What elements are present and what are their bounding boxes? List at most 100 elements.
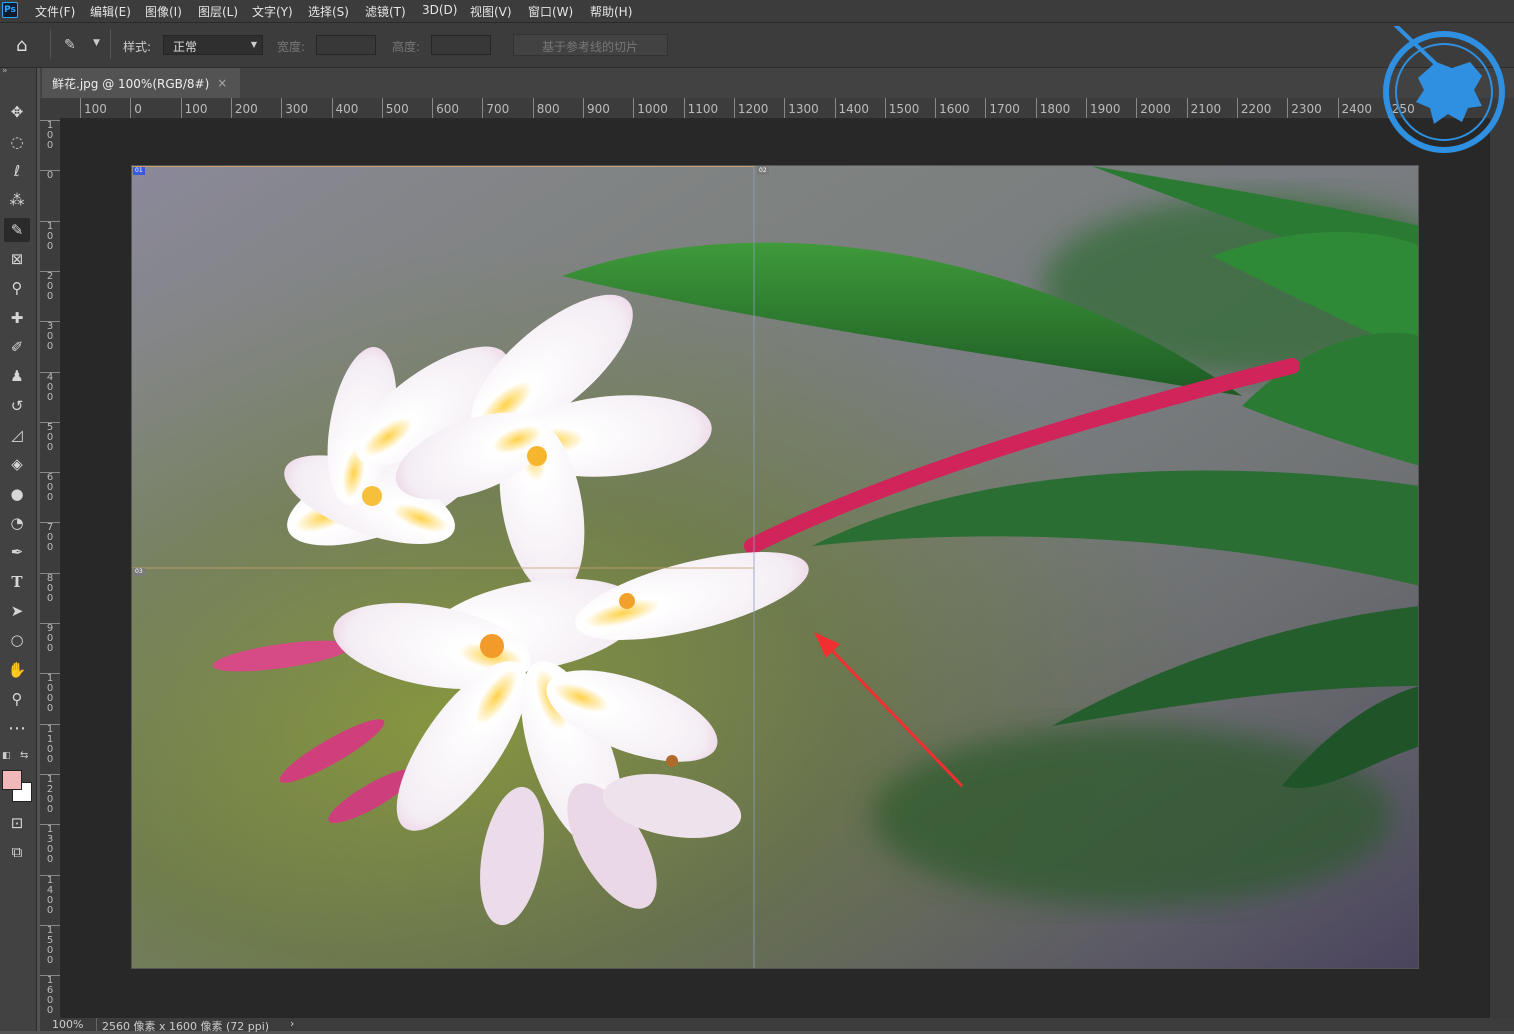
status-divider — [96, 1018, 97, 1031]
hand-tool-icon[interactable]: ✋ — [4, 658, 30, 682]
menu-filter[interactable]: 滤镜(T) — [365, 3, 406, 20]
home-icon[interactable]: ⌂ — [16, 35, 27, 56]
type-tool-icon[interactable]: T — [4, 570, 30, 594]
ruler-v-label: 3 0 0 — [40, 321, 60, 352]
zoom-level[interactable]: 100% — [52, 1018, 83, 1031]
ruler-h-label: 600 — [432, 98, 459, 118]
clone-stamp-tool-icon[interactable]: ♟ — [4, 364, 30, 388]
foreground-color-swatch[interactable] — [2, 770, 22, 790]
flower-image — [132, 166, 1418, 968]
zoom-tool-icon[interactable]: ⚲ — [4, 687, 30, 711]
ruler-h-label: 2300 — [1287, 98, 1322, 118]
status-menu-arrow[interactable]: › — [290, 1017, 294, 1030]
dodge-tool-icon[interactable]: ◔ — [4, 511, 30, 535]
more-tools-icon[interactable]: ⋯ — [4, 716, 30, 740]
slice-tag-03[interactable]: 03 — [133, 568, 145, 576]
ruler-h-label: 2200 — [1236, 98, 1271, 118]
ruler-h-label: 300 — [281, 98, 308, 118]
slice-tag-01[interactable]: 01 — [133, 167, 145, 175]
tools-panel: » ✥ ◌ ℓ ⁂ ✎ ⊠ ⚲ ✚ ✐ ♟ ↺ ◿ ◈ ● ◔ ✒ T ➤ ○ … — [0, 66, 37, 1031]
document-info: 2560 像素 x 1600 像素 (72 ppi) — [102, 1020, 270, 1033]
menu-help[interactable]: 帮助(H) — [590, 3, 632, 20]
height-field[interactable] — [431, 35, 491, 55]
ruler-v-label: 6 0 0 — [40, 472, 60, 503]
quick-selection-tool-icon[interactable]: ⁂ — [4, 188, 30, 212]
ruler-h-label: 400 — [331, 98, 358, 118]
style-label: 样式: — [123, 40, 152, 54]
menu-3d[interactable]: 3D(D) — [422, 3, 457, 17]
menu-bar: Ps 文件(F) 编辑(E) 图像(I) 图层(L) 文字(Y) 选择(S) 滤… — [0, 0, 1514, 23]
chevron-down-icon: ▼ — [250, 40, 257, 49]
ruler-v-label: 2 0 0 — [40, 270, 60, 302]
slices-from-guides-button[interactable]: 基于参考线的切片 — [513, 34, 668, 56]
eyedropper-tool-icon[interactable]: ⚲ — [4, 276, 30, 300]
ruler-v-label: 1 0 0 — [40, 220, 60, 252]
brush-tool-icon[interactable]: ✐ — [4, 335, 30, 359]
default-colors-icon[interactable]: ◧ — [2, 751, 11, 761]
quick-mask-icon[interactable]: ⊡ — [4, 811, 30, 835]
ruler-v-label: 1 1 0 0 — [40, 723, 60, 765]
ruler-h-label: 2000 — [1136, 98, 1171, 118]
ruler-v-label: 1 0 0 — [40, 120, 60, 151]
ellipse-tool-icon[interactable]: ○ — [4, 628, 30, 652]
frame-tool-icon[interactable]: ⊠ — [4, 247, 30, 271]
history-brush-tool-icon[interactable]: ↺ — [4, 394, 30, 418]
marquee-tool-icon[interactable]: ◌ — [4, 130, 30, 154]
watermark-logo — [1378, 16, 1506, 154]
path-selection-tool-icon[interactable]: ➤ — [4, 599, 30, 623]
width-label: 宽度: — [277, 40, 306, 54]
ruler-v-label: 1 2 0 0 — [40, 773, 60, 815]
swap-colors-icon[interactable]: ⇆ — [20, 750, 28, 761]
vertical-scrollbar[interactable] — [1490, 98, 1514, 1018]
ruler-v-label: 4 0 0 — [40, 371, 60, 403]
menu-select[interactable]: 选择(S) — [308, 3, 349, 20]
ruler-h-label: 2100 — [1186, 98, 1221, 118]
ruler-h-label: 1600 — [935, 98, 970, 118]
eraser-tool-icon[interactable]: ◿ — [4, 423, 30, 447]
lasso-tool-icon[interactable]: ℓ — [4, 159, 30, 183]
document-tab[interactable]: 鲜花.jpg @ 100%(RGB/8#) × — [42, 68, 240, 98]
document-tab-bar: 鲜花.jpg @ 100%(RGB/8#) × — [40, 68, 1514, 98]
menu-window[interactable]: 窗口(W) — [528, 3, 573, 20]
ruler-origin[interactable] — [40, 98, 60, 118]
screen-mode-icon[interactable]: ⧉ — [4, 840, 30, 864]
ruler-h-label: 1900 — [1086, 98, 1121, 118]
slice-tool-icon[interactable]: ✎ — [4, 218, 30, 242]
menu-layer[interactable]: 图层(L) — [198, 3, 238, 20]
paint-bucket-tool-icon[interactable]: ◈ — [4, 452, 30, 476]
slice-tag-02[interactable]: 02 — [757, 167, 769, 175]
ruler-h-label: 700 — [482, 98, 509, 118]
menu-type[interactable]: 文字(Y) — [252, 3, 293, 20]
width-field[interactable] — [316, 35, 376, 55]
healing-brush-tool-icon[interactable]: ✚ — [4, 306, 30, 330]
menu-image[interactable]: 图像(I) — [145, 3, 182, 20]
photoshop-logo-icon[interactable]: Ps — [2, 2, 18, 18]
pen-tool-icon[interactable]: ✒ — [4, 540, 30, 564]
move-tool-icon[interactable]: ✥ — [4, 100, 30, 124]
ruler-h-label: 1800 — [1035, 98, 1070, 118]
style-select[interactable]: 正常 ▼ — [163, 35, 263, 55]
panel-expand-icon[interactable]: » — [2, 66, 8, 76]
ruler-h-label: 1400 — [834, 98, 869, 118]
ruler-h-label: 200 — [230, 98, 258, 118]
chevron-down-icon[interactable]: ▼ — [93, 38, 100, 48]
close-icon[interactable]: × — [217, 76, 227, 90]
flower-photo[interactable]: 01 02 03 — [131, 165, 1419, 969]
ruler-v-label: 1 4 0 0 — [40, 874, 60, 916]
blur-tool-icon[interactable]: ● — [4, 482, 30, 506]
status-bar: 100% 2560 像素 x 1600 像素 (72 ppi) › — [40, 1017, 1514, 1033]
menu-edit[interactable]: 编辑(E) — [90, 3, 131, 20]
ruler-h-label: 1000 — [633, 98, 668, 118]
knight-logo-icon — [1383, 16, 1505, 153]
ruler-h-label: 100 — [180, 98, 208, 118]
style-select-value: 正常 — [173, 40, 198, 54]
vertical-ruler[interactable]: 1 0 0 0 1 0 0 2 0 0 3 0 0 4 0 0 5 0 0 6 0 0 7 0 … — [40, 118, 61, 1018]
ruler-v-label: 5 0 0 — [40, 421, 60, 453]
horizontal-ruler[interactable]: 100 0 100 200 300 400 500 600 700 800 900 1000 1100 1… — [60, 98, 1490, 119]
ruler-h-label: 900 — [583, 98, 610, 118]
slices-from-guides-label: 基于参考线的切片 — [542, 40, 639, 54]
ruler-h-label: 1100 — [683, 98, 718, 118]
menu-view[interactable]: 视图(V) — [470, 3, 512, 20]
menu-file[interactable]: 文件(F) — [35, 3, 75, 20]
slice-tool-preset-icon[interactable]: ✎ — [64, 37, 76, 53]
